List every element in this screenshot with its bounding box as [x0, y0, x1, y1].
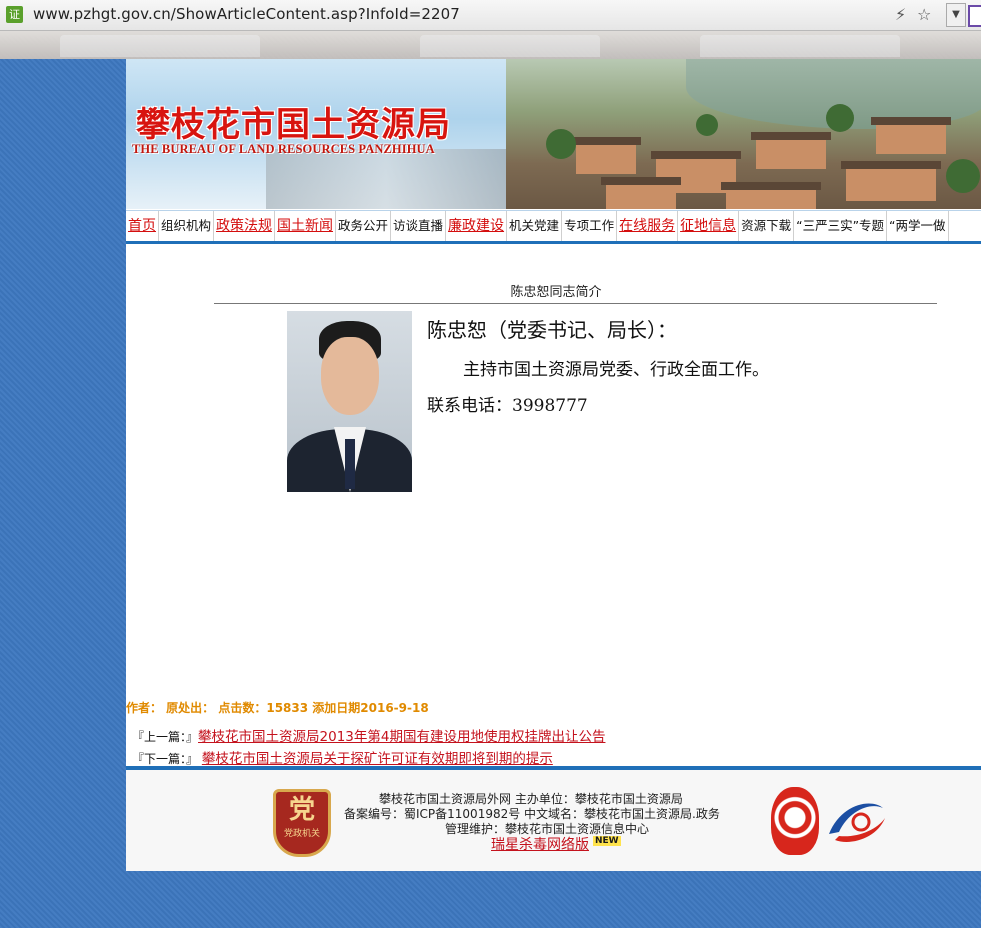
extension-icon[interactable]	[968, 5, 981, 27]
person-name: 陈忠恕（党委书记、局长）：	[427, 318, 677, 342]
url-field[interactable]: www.pzhgt.gov.cn/ShowArticleContent.asp?…	[33, 5, 460, 23]
city-skyline-image	[266, 149, 506, 209]
party-badge-icon[interactable]: 党 党政机关	[273, 789, 331, 857]
certificate-icon[interactable]: 证	[6, 6, 23, 23]
new-badge: NEW	[593, 836, 621, 846]
star-icon[interactable]: ☆	[917, 5, 931, 24]
site-subtitle: THE BUREAU OF LAND RESOURCES PANZHIHUA	[132, 142, 435, 156]
article-title: 陈忠恕同志简介	[510, 285, 602, 300]
village-roofs	[546, 99, 981, 209]
nav-item-1[interactable]: 组织机构	[159, 211, 215, 241]
nav-item-10[interactable]: 征地信息	[678, 211, 740, 241]
nav-item-7[interactable]: 机关党建	[507, 211, 563, 241]
nav-item-9[interactable]: 在线服务	[617, 211, 679, 241]
tab-strip	[0, 31, 981, 59]
browser-tab[interactable]	[420, 35, 600, 57]
next-label: 『下一篇：』	[132, 752, 199, 766]
prev-label: 『上一篇：』	[132, 730, 199, 744]
title-divider	[214, 303, 937, 304]
nav-item-13[interactable]: “两学一做	[887, 211, 949, 241]
browser-tab[interactable]	[700, 35, 900, 57]
nav-item-0[interactable]: 首页	[126, 211, 159, 241]
next-article: 『下一篇：』 攀枝花市国土资源局关于探矿许可证有效期即将到期的提示	[132, 747, 553, 767]
site-title: 攀枝花市国土资源局	[136, 105, 451, 145]
header-banner: 攀枝花市国土资源局 THE BUREAU OF LAND RESOURCES P…	[126, 59, 981, 209]
nav-item-5[interactable]: 访谈直播	[391, 211, 447, 241]
lightning-icon[interactable]: ⚡	[895, 5, 906, 24]
badge-glyph: 党	[288, 795, 315, 825]
nav-item-11[interactable]: 资源下载	[739, 211, 795, 241]
nav-item-3[interactable]: 国土新闻	[275, 211, 337, 241]
nav-item-4[interactable]: 政务公开	[336, 211, 392, 241]
nav-item-12[interactable]: “三严三实”专题	[794, 211, 888, 241]
antivirus-link[interactable]: 瑞星杀毒网络版	[491, 834, 589, 854]
browser-tab[interactable]	[60, 35, 260, 57]
footer: 党 党政机关 攀枝花市国土资源局外网 主办单位：攀枝花市国土资源局 备案编号：蜀…	[126, 770, 981, 871]
prev-article-link[interactable]: 攀枝花市国土资源局2013年第4期国有建设用地使用权挂牌出让公告	[198, 729, 605, 745]
person-duty: 主持市国土资源局党委、行政全面工作。	[463, 360, 769, 380]
contact-phone: 联系电话：3998777	[427, 396, 588, 416]
address-bar: 证 www.pzhgt.gov.cn/ShowArticleContent.as…	[0, 0, 981, 31]
chevron-down-icon[interactable]: ▼	[946, 3, 966, 27]
main-nav: 首页 组织机构 政策法规 国土新闻 政务公开 访谈直播 廉政建设 机关党建 专项工作 在线服务 征地…	[126, 210, 981, 244]
next-article-link[interactable]: 攀枝花市国土资源局关于探矿许可证有效期即将到期的提示	[202, 751, 553, 767]
gov-seal-icon[interactable]	[771, 787, 819, 855]
portrait-photo	[287, 311, 412, 492]
badge-caption: 党政机关	[283, 829, 320, 839]
swoosh-logo-icon[interactable]	[821, 794, 891, 850]
prev-article: 『上一篇：』攀枝花市国土资源局2013年第4期国有建设用地使用权挂牌出让公告	[132, 725, 605, 745]
nav-item-8[interactable]: 专项工作	[562, 211, 618, 241]
article-meta: 作者： 原处出： 点击数：15833 添加日期2016-9-18	[126, 701, 429, 715]
page-content: 攀枝花市国土资源局 THE BUREAU OF LAND RESOURCES P…	[126, 59, 981, 871]
nav-item-6[interactable]: 廉政建设	[446, 211, 508, 241]
nav-item-2[interactable]: 政策法规	[214, 211, 276, 241]
